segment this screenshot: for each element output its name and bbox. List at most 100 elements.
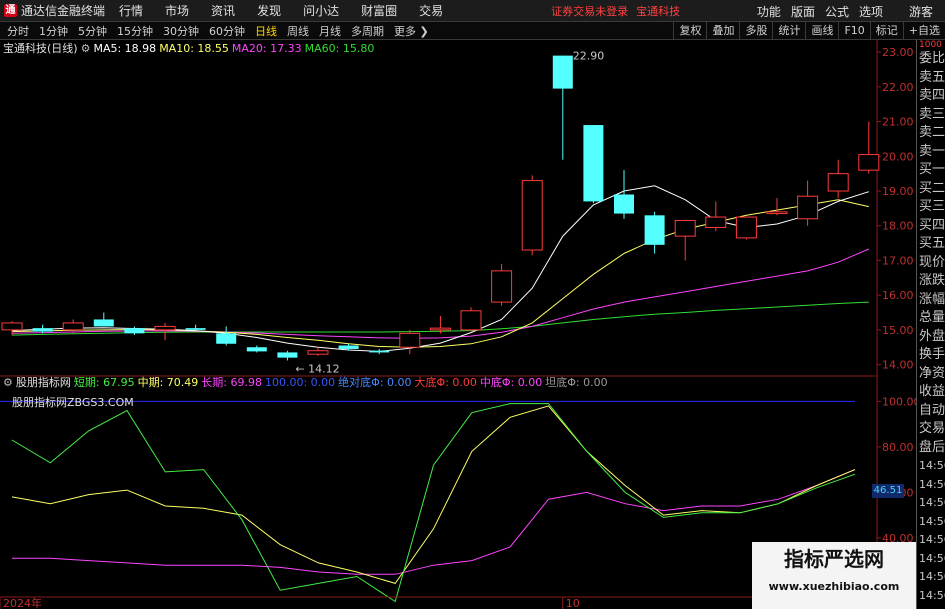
period-15min[interactable]: 15分钟 — [114, 23, 156, 39]
chart-area[interactable]: 23.00 22.00 21.00 20.00 19.00 18.00 17.00 16.00… — [0, 40, 916, 609]
right-panel-item[interactable]: 涨幅 — [917, 291, 945, 310]
guest-user[interactable]: 游客 — [909, 3, 933, 20]
price-tick-label: 20.00 — [882, 150, 914, 163]
tool-add-watchlist[interactable]: +自选 — [902, 22, 945, 40]
right-panel-item[interactable]: 卖三 — [917, 106, 945, 125]
indicator-name: 股朋指标网 — [15, 376, 71, 389]
candle-body-down — [32, 328, 53, 332]
menu-bar: 通 通达信金融终端 行情 市场 资讯 发现 问小达 财富圈 交易 证券交易未登录… — [0, 0, 945, 22]
right-panel-item[interactable]: 盘后 — [917, 439, 945, 458]
right-panel-item[interactable]: 14:56 — [917, 513, 945, 532]
period-daily[interactable]: 日线 — [252, 23, 280, 39]
tool-stats[interactable]: 统计 — [772, 22, 805, 40]
candle-body-up — [797, 195, 819, 220]
right-panel-item[interactable]: 净资 — [917, 365, 945, 384]
right-panel-item[interactable]: 外盘 — [917, 328, 945, 347]
right-panel-item[interactable]: 14:56 — [917, 587, 945, 606]
indicator-info: ⚙ 股朋指标网 短期: 67.95 中期: 70.49 长期: 69.98 10… — [0, 375, 608, 390]
right-panel-item[interactable]: 14:56 — [917, 494, 945, 513]
price-tick-label: 21.00 — [882, 116, 914, 129]
menu-item-formula[interactable]: 公式 — [825, 3, 849, 20]
tool-draw[interactable]: 画线 — [805, 22, 838, 40]
right-panel-item[interactable]: 涨跌 — [917, 272, 945, 291]
right-panel-item[interactable]: 卖四 — [917, 87, 945, 106]
toolbar: 复权 叠加 多股 统计 画线 F10 标记 +自选 — [673, 22, 945, 40]
candle-body-up — [858, 154, 880, 171]
right-panel-item[interactable]: 现价 — [917, 254, 945, 273]
right-panel-item[interactable]: 自动 — [917, 402, 945, 421]
candle-body-up — [62, 322, 84, 331]
right-panel-item[interactable]: 买二 — [917, 180, 945, 199]
candle-body-up — [399, 332, 421, 348]
period-tick[interactable]: 分时 — [4, 23, 32, 39]
right-panel-item[interactable]: 14:56 — [917, 550, 945, 569]
menu-item-news[interactable]: 资讯 — [211, 2, 235, 19]
candle-body-down — [552, 55, 573, 89]
right-panel-item[interactable]: 卖五 — [917, 69, 945, 88]
indicator-series-line — [11, 405, 856, 584]
right-panel-item[interactable]: 买三 — [917, 198, 945, 217]
right-panel-item[interactable]: 卖一 — [917, 143, 945, 162]
period-30min[interactable]: 30分钟 — [160, 23, 202, 39]
candle-body-up — [307, 350, 329, 355]
indicator-long: 长期: 69.98 — [201, 376, 262, 389]
tool-multi-stock[interactable]: 多股 — [739, 22, 772, 40]
indicator-tan-low: 坦底Φ: 0.00 — [545, 376, 608, 389]
period-multi[interactable]: 多周期 — [348, 23, 387, 39]
candle-body-down — [369, 350, 390, 353]
watermark-url: www.xuezhibiao.com — [768, 580, 900, 593]
indicator-gear-icon[interactable]: ⚙ — [3, 376, 13, 389]
period-monthly[interactable]: 月线 — [316, 23, 344, 39]
period-weekly[interactable]: 周线 — [284, 23, 312, 39]
right-panel-item[interactable]: 委比 — [917, 50, 945, 69]
right-panel-item[interactable]: 总量 — [917, 309, 945, 328]
candle-body-down — [246, 347, 267, 352]
tool-f10[interactable]: F10 — [838, 22, 869, 40]
price-tick-label: 18.00 — [882, 220, 914, 233]
right-panel-item[interactable]: 买一 — [917, 161, 945, 180]
menu-item-layout[interactable]: 版面 — [791, 3, 815, 20]
ma60-label: MA60: 15.80 — [304, 41, 375, 55]
login-warning[interactable]: 证券交易未登录 — [551, 3, 628, 19]
indicator-series-line — [11, 403, 856, 603]
period-60min[interactable]: 60分钟 — [206, 23, 248, 39]
right-panel-item[interactable]: 交易 — [917, 420, 945, 439]
settings-gear-icon[interactable]: ⚙ — [81, 42, 91, 55]
price-tick-label: 19.00 — [882, 185, 914, 198]
indicator-tick-label: 100.00 — [882, 395, 916, 408]
period-1min[interactable]: 1分钟 — [36, 23, 71, 39]
month-label: 10 — [566, 597, 580, 609]
main-chart-info: 宝通科技(日线) ⚙ MA5: 18.98 MA10: 18.55 MA20: … — [0, 41, 375, 56]
right-panel-item[interactable]: 14:56 — [917, 457, 945, 476]
right-panel-item[interactable]: 买四 — [917, 217, 945, 236]
menu-item-trade[interactable]: 交易 — [419, 2, 443, 19]
menu-right: 功能 版面 公式 选项 游客 — [757, 0, 945, 22]
app-logo-icon: 通 — [4, 4, 17, 17]
right-panel-item[interactable]: 卖二 — [917, 124, 945, 143]
tool-overlay[interactable]: 叠加 — [706, 22, 739, 40]
menu-item-wealth[interactable]: 财富圈 — [361, 2, 397, 19]
right-panel-item[interactable]: 收益 — [917, 383, 945, 402]
candle-body-down — [216, 333, 237, 344]
menu-item-ask[interactable]: 问小达 — [303, 2, 339, 19]
menu-item-market[interactable]: 行情 — [119, 2, 143, 19]
right-panel-item[interactable]: 换手 — [917, 346, 945, 365]
period-more[interactable]: 更多 ❯ — [391, 23, 432, 39]
period-5min[interactable]: 5分钟 — [75, 23, 110, 39]
menu-item-options[interactable]: 选项 — [859, 3, 883, 20]
menu-brand-stock[interactable]: 宝通科技 — [636, 3, 680, 19]
candle-body-down — [583, 125, 604, 202]
candle-body-down — [277, 352, 298, 358]
year-label: 2024年 — [3, 596, 42, 609]
menu-item-discover[interactable]: 发现 — [257, 2, 281, 19]
tool-adjust[interactable]: 复权 — [673, 22, 706, 40]
menu-item-markets[interactable]: 市场 — [165, 2, 189, 19]
indicator-short: 短期: 67.95 — [73, 376, 135, 389]
candle-body-down — [124, 328, 145, 334]
right-panel-item[interactable]: 买五 — [917, 235, 945, 254]
tool-mark[interactable]: 标记 — [869, 22, 903, 40]
right-panel-item[interactable]: 14:56 — [917, 568, 945, 587]
menu-item-function[interactable]: 功能 — [757, 3, 781, 20]
right-panel-item[interactable]: 14:56 — [917, 476, 945, 495]
right-panel-item[interactable]: 14:56 — [917, 531, 945, 550]
